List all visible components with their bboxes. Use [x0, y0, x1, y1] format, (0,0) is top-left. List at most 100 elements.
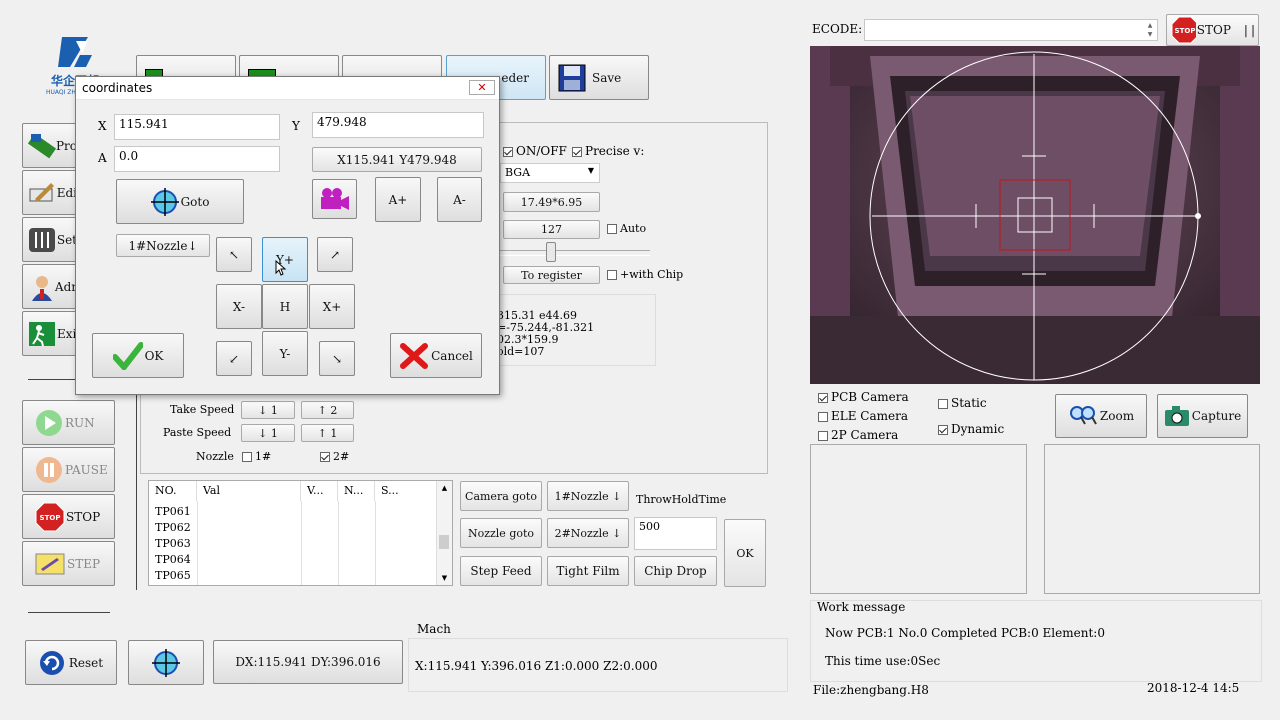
file-label: File:zhengbang.H8 [813, 683, 929, 697]
menu-process-label: Pro [55, 138, 77, 153]
table-header-v[interactable]: V... [301, 481, 338, 501]
jog-y-plus-button[interactable]: Y+ [262, 237, 308, 282]
zoom-button[interactable]: Zoom [1055, 394, 1147, 438]
pcb-camera-checkbox[interactable]: PCB Camera [818, 390, 909, 404]
nozzle1-select-button[interactable]: 1#Nozzle ↓ [547, 481, 629, 511]
menu-process-button[interactable]: Pro [22, 123, 78, 168]
top-stop-button[interactable]: STOP STOP || [1166, 14, 1259, 46]
precise-check-icon [572, 146, 582, 157]
camera-goto-button[interactable]: Camera goto [460, 481, 542, 511]
dialog-nozzle-select[interactable]: 1#Nozzle↓ [116, 234, 210, 257]
jog-up-right-button[interactable]: ↗ [317, 237, 353, 272]
threshold-slider[interactable] [500, 242, 650, 262]
menu-edit-button[interactable]: Edi [22, 170, 78, 215]
jog-x-plus-button[interactable]: X+ [309, 284, 355, 329]
dialog-a-minus-button[interactable]: A- [437, 177, 482, 222]
arrow-down-left-icon: ↙ [228, 351, 240, 366]
dxdy-readout: DX:115.941 DY:396.016 [213, 640, 403, 684]
actions-ok-button[interactable]: OK [724, 519, 766, 587]
ecode-spinner[interactable]: ▲ ▼ [1144, 21, 1156, 39]
tight-film-button[interactable]: Tight Film [547, 556, 629, 586]
dialog-cancel-button[interactable]: Cancel [390, 333, 482, 378]
dialog-goto-button[interactable]: Goto [116, 179, 244, 224]
take-speed-down-button[interactable]: ↓ 1 [241, 401, 295, 419]
table-scrollbar[interactable]: ▲ ▼ [436, 481, 452, 585]
jog-up-left-button[interactable]: ↖ [216, 237, 252, 272]
menu-exit-label: Exi [57, 326, 77, 341]
package-select[interactable]: BGA ▼ [500, 163, 600, 183]
onoff-label: ON/OFF [516, 144, 567, 158]
menu-exit-button[interactable]: Exi [22, 311, 78, 356]
coordinates-dialog[interactable]: coordinates ✕ X 115.941 Y 479.948 A 0.0 … [75, 76, 500, 395]
close-icon[interactable]: ✕ [469, 80, 495, 95]
threshold-field[interactable]: 127 [503, 220, 600, 239]
dialog-a-plus-button[interactable]: A+ [375, 177, 421, 222]
scroll-up-icon[interactable]: ▲ [437, 481, 452, 495]
svg-text:STOP: STOP [1175, 27, 1196, 35]
nozzle2-label: 2# [333, 450, 350, 463]
jog-down-left-button[interactable]: ↙ [216, 341, 252, 376]
jog-home-button[interactable]: H [262, 284, 308, 329]
dialog-xy-button[interactable]: X115.941 Y479.948 [312, 147, 482, 172]
table-header-s[interactable]: S... [375, 481, 437, 501]
dialog-titlebar[interactable]: coordinates ✕ [76, 77, 499, 100]
table-row[interactable]: TP062 [149, 520, 191, 536]
register-button[interactable]: To register [503, 266, 600, 284]
step-button[interactable]: STEP [22, 541, 115, 586]
table-header-n[interactable]: N... [338, 481, 375, 501]
table-col-line-1 [197, 501, 198, 585]
with-chip-label: +with Chip [620, 268, 684, 281]
dynamic-checkbox[interactable]: Dynamic [938, 422, 1004, 436]
menu-edit-label: Edi [56, 185, 77, 200]
nozzle1-checkbox[interactable]: 1# [242, 450, 271, 463]
ecode-input[interactable] [864, 19, 1158, 41]
save-button[interactable]: Save [549, 55, 649, 100]
table-row[interactable]: TP065 [149, 568, 191, 584]
onoff-checkbox[interactable]: ON/OFF [503, 144, 567, 158]
dialog-a-input[interactable]: 0.0 [114, 146, 280, 172]
dialog-ok-button[interactable]: OK [92, 333, 184, 378]
scroll-thumb[interactable] [439, 535, 449, 549]
table-header-no[interactable]: NO. [149, 481, 197, 501]
paste-speed-up-button[interactable]: ↑ 1 [301, 424, 354, 442]
table-row[interactable]: TP064 [149, 552, 191, 568]
auto-checkbox[interactable]: Auto [607, 222, 646, 235]
paste-speed-down-button[interactable]: ↓ 1 [241, 424, 295, 442]
step-feed-button[interactable]: Step Feed [460, 556, 542, 586]
take-speed-up-button[interactable]: ↑ 2 [301, 401, 354, 419]
stop-button[interactable]: STOP STOP [22, 494, 115, 539]
throw-hold-input[interactable]: 500 [634, 517, 717, 550]
points-table[interactable]: NO. Val V... N... S... TP061 TP062 TP063… [148, 480, 453, 586]
jog-y-minus-button[interactable]: Y- [262, 331, 308, 376]
menu-admin-button[interactable]: Adr [22, 264, 78, 309]
camera-view[interactable] [810, 46, 1260, 384]
jog-x-minus-button[interactable]: X- [216, 284, 262, 329]
slider-thumb[interactable] [546, 242, 556, 262]
locate-button[interactable] [128, 640, 204, 685]
jog-down-right-button[interactable]: ↘ [319, 341, 355, 376]
with-chip-checkbox[interactable]: +with Chip [607, 268, 683, 281]
static-checkbox[interactable]: Static [938, 396, 987, 410]
datetime-label: 2018-12-4 14:5 [1147, 681, 1240, 695]
chip-drop-button[interactable]: Chip Drop [634, 556, 717, 586]
table-row[interactable]: TP061 [149, 504, 191, 520]
ele-camera-check-icon [818, 411, 828, 422]
table-header-val[interactable]: Val [197, 481, 301, 501]
dialog-x-input[interactable]: 115.941 [114, 114, 280, 140]
dialog-y-input[interactable]: 479.948 [312, 112, 484, 138]
pause-button[interactable]: PAUSE [22, 447, 115, 492]
menu-settings-button[interactable]: Set [22, 217, 78, 262]
twop-camera-checkbox[interactable]: 2P Camera [818, 428, 898, 442]
reset-button[interactable]: Reset [25, 640, 117, 685]
capture-button[interactable]: Capture [1157, 394, 1248, 438]
nozzle-goto-button[interactable]: Nozzle goto [460, 518, 542, 548]
ele-camera-checkbox[interactable]: ELE Camera [818, 409, 908, 423]
table-row[interactable]: TP063 [149, 536, 191, 552]
nozzle2-select-button[interactable]: 2#Nozzle ↓ [547, 518, 629, 548]
run-button[interactable]: RUN [22, 400, 115, 445]
precise-checkbox[interactable]: Precise v: [572, 144, 644, 158]
size-button[interactable]: 17.49*6.95 [503, 192, 600, 212]
nozzle2-checkbox[interactable]: 2# [320, 450, 349, 463]
scroll-down-icon[interactable]: ▼ [437, 571, 452, 585]
dialog-camera-button[interactable] [312, 179, 357, 219]
